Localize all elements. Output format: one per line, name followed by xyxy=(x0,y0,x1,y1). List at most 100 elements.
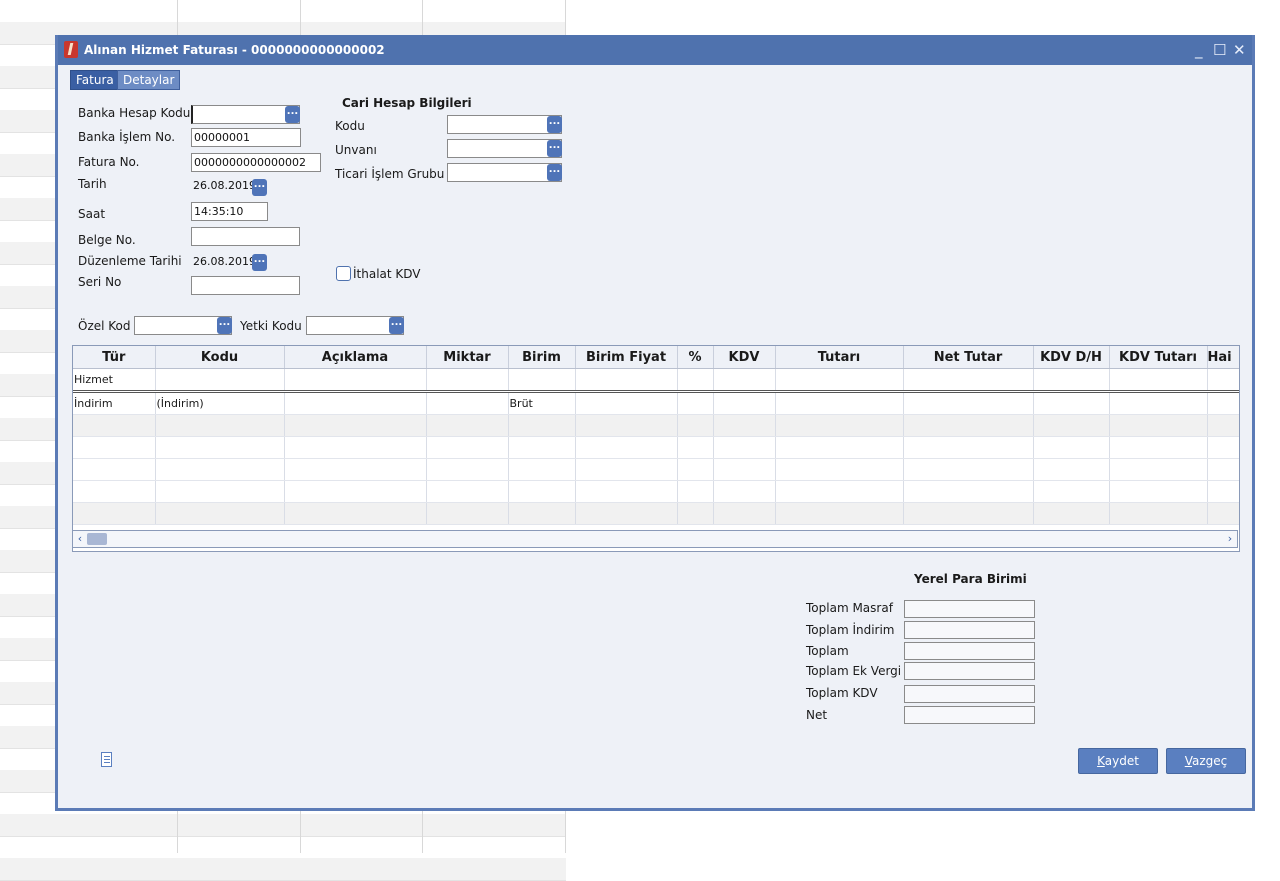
grid-cell[interactable] xyxy=(575,480,678,503)
grid-cell[interactable] xyxy=(1207,480,1239,503)
grid-cell[interactable] xyxy=(903,368,1034,393)
grid-cell[interactable] xyxy=(1109,458,1208,481)
grid-cell[interactable] xyxy=(284,414,427,437)
grid-cell[interactable] xyxy=(1109,414,1208,437)
grid-cell[interactable] xyxy=(713,458,776,481)
grid-cell[interactable] xyxy=(1109,502,1208,525)
fatura-no-input[interactable]: 0000000000000002 xyxy=(191,153,321,172)
grid-cell[interactable] xyxy=(426,502,509,525)
grid-column-header[interactable]: KDV Tutarı xyxy=(1109,346,1208,369)
belge-no-input[interactable] xyxy=(191,227,300,246)
tarih-input[interactable]: 26.08.2019 xyxy=(191,177,253,196)
grid-cell[interactable] xyxy=(903,502,1034,525)
grid-cell[interactable] xyxy=(1033,480,1110,503)
grid-cell[interactable] xyxy=(508,502,576,525)
cari-kodu-lookup-button[interactable]: ... xyxy=(547,116,562,133)
grid-row[interactable]: Hizmet xyxy=(73,368,1239,393)
tab-detaylar[interactable]: Detaylar xyxy=(117,70,181,90)
grid-cell[interactable] xyxy=(1109,368,1208,393)
grid-cell[interactable] xyxy=(1109,480,1208,503)
grid-cell[interactable] xyxy=(677,502,714,525)
grid-cell[interactable] xyxy=(1033,458,1110,481)
grid-cell[interactable] xyxy=(73,436,156,459)
tab-fatura[interactable]: Fatura xyxy=(70,70,120,90)
ozel-kod-lookup-button[interactable]: ... xyxy=(217,317,232,334)
grid-cell[interactable] xyxy=(426,391,509,415)
grid-cell[interactable] xyxy=(1109,436,1208,459)
grid-cell[interactable] xyxy=(775,436,904,459)
grid-cell[interactable] xyxy=(903,391,1034,415)
grid-cell[interactable] xyxy=(1207,458,1239,481)
grid-cell[interactable] xyxy=(155,480,285,503)
grid-cell[interactable] xyxy=(155,502,285,525)
grid-cell[interactable] xyxy=(677,391,714,415)
grid-cell[interactable] xyxy=(508,436,576,459)
maximize-button[interactable]: ☐ xyxy=(1213,41,1226,59)
grid-cell[interactable] xyxy=(1207,436,1239,459)
grid-column-header[interactable]: Net Tutar xyxy=(903,346,1034,369)
grid-cell[interactable] xyxy=(775,458,904,481)
grid-cell[interactable] xyxy=(508,368,576,393)
vazgec-button[interactable]: Vazgeç xyxy=(1166,748,1246,774)
grid-cell[interactable] xyxy=(155,436,285,459)
grid-row[interactable] xyxy=(73,480,1239,503)
cari-unvani-lookup-button[interactable]: ... xyxy=(547,140,562,157)
minimize-button[interactable]: _ xyxy=(1195,41,1203,59)
grid-cell[interactable] xyxy=(575,502,678,525)
grid-cell[interactable] xyxy=(284,480,427,503)
duzenleme-tarihi-input[interactable]: 26.08.2019 xyxy=(191,253,253,272)
duzenleme-tarihi-calendar-button[interactable]: ... xyxy=(252,254,267,271)
grid-cell[interactable] xyxy=(73,480,156,503)
grid-row[interactable]: İndirim (İndirim) Brüt xyxy=(73,391,1239,415)
grid-row[interactable] xyxy=(73,436,1239,459)
grid-cell[interactable] xyxy=(508,458,576,481)
grid-cell[interactable] xyxy=(713,502,776,525)
grid-cell[interactable] xyxy=(903,480,1034,503)
grid-cell[interactable] xyxy=(508,480,576,503)
grid-column-header[interactable]: Birim xyxy=(508,346,576,369)
grid-cell[interactable] xyxy=(155,368,285,393)
title-bar[interactable]: Alınan Hizmet Faturası - 000000000000000… xyxy=(58,35,1252,65)
grid-cell[interactable]: İndirim xyxy=(73,391,156,415)
kaydet-button[interactable]: Kaydet xyxy=(1078,748,1158,774)
grid-cell[interactable] xyxy=(575,368,678,393)
grid-cell[interactable] xyxy=(1207,414,1239,437)
grid-cell[interactable] xyxy=(426,458,509,481)
cari-kodu-input[interactable] xyxy=(447,115,562,134)
grid-cell[interactable] xyxy=(775,414,904,437)
grid-cell[interactable] xyxy=(1109,391,1208,415)
ithalat-kdv-checkbox[interactable] xyxy=(336,266,351,281)
grid-cell[interactable] xyxy=(1207,368,1239,393)
grid-cell[interactable] xyxy=(284,502,427,525)
grid-row[interactable] xyxy=(73,414,1239,437)
scroll-left-icon[interactable]: ‹ xyxy=(73,531,87,547)
grid-cell[interactable] xyxy=(155,414,285,437)
grid-cell[interactable] xyxy=(775,368,904,393)
grid-column-header[interactable]: Miktar xyxy=(426,346,509,369)
grid-cell[interactable] xyxy=(903,414,1034,437)
ticari-islem-grubu-input[interactable] xyxy=(447,163,562,182)
seri-no-input[interactable] xyxy=(191,276,300,295)
scroll-right-icon[interactable]: › xyxy=(1223,531,1237,547)
grid-cell[interactable] xyxy=(1033,502,1110,525)
grid-cell[interactable] xyxy=(1033,414,1110,437)
scroll-thumb[interactable] xyxy=(87,533,107,545)
invoice-lines-grid[interactable]: Tür Kodu Açıklama Miktar Birim Birim Fiyat% KD… xyxy=(72,345,1240,552)
document-icon[interactable] xyxy=(101,752,112,767)
grid-cell[interactable] xyxy=(903,436,1034,459)
grid-horizontal-scrollbar[interactable]: ‹ › xyxy=(72,530,1238,548)
grid-cell[interactable]: Brüt xyxy=(508,391,576,415)
grid-cell[interactable] xyxy=(677,414,714,437)
grid-cell[interactable] xyxy=(284,436,427,459)
grid-cell[interactable] xyxy=(677,458,714,481)
grid-cell[interactable] xyxy=(1207,391,1239,415)
grid-cell[interactable]: Hizmet xyxy=(73,368,156,393)
grid-cell[interactable] xyxy=(903,458,1034,481)
grid-cell[interactable] xyxy=(73,502,156,525)
grid-cell[interactable] xyxy=(713,368,776,393)
grid-cell[interactable] xyxy=(73,414,156,437)
tarih-calendar-button[interactable]: ... xyxy=(252,179,267,196)
banka-islem-no-input[interactable]: 00000001 xyxy=(191,128,301,147)
grid-cell[interactable] xyxy=(1207,502,1239,525)
grid-cell[interactable] xyxy=(575,458,678,481)
